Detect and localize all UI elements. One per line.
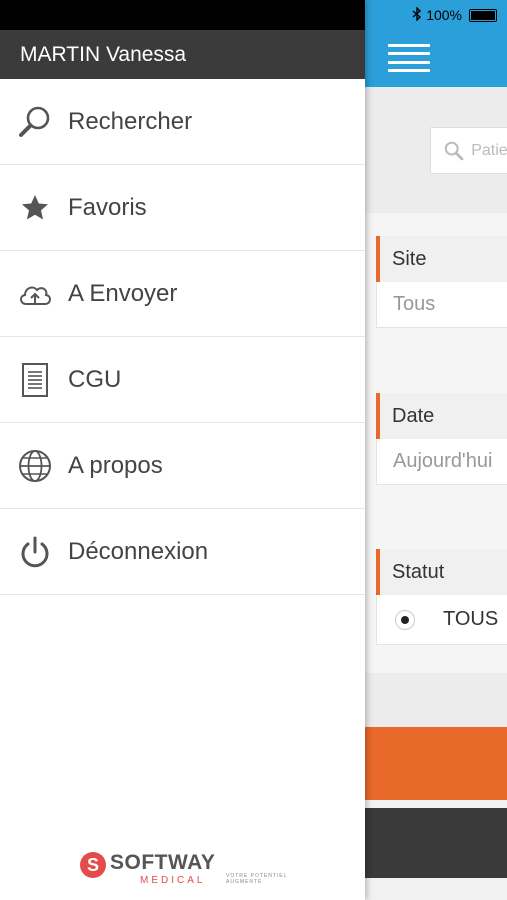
cloud-upload-icon — [17, 276, 53, 312]
drawer-status-strip — [0, 0, 365, 30]
menu-item-label: Favoris — [68, 193, 147, 221]
menu-item-a-propos[interactable]: A propos — [0, 423, 365, 509]
navigation-drawer: MARTIN Vanessa Rechercher Favoris A Envo… — [0, 0, 365, 900]
status-bar: 100% — [365, 0, 507, 30]
site-filter: Site Tous — [376, 236, 507, 328]
site-filter-value[interactable]: Tous — [376, 282, 507, 328]
date-filter-label: Date — [376, 393, 507, 439]
search-input[interactable]: Patient — [430, 127, 507, 174]
document-icon — [17, 362, 53, 398]
search-icon — [444, 141, 464, 160]
app-header — [365, 30, 507, 87]
menu-item-label: Déconnexion — [68, 537, 209, 565]
menu-item-label: Rechercher — [68, 107, 193, 135]
brand-subtitle: MEDICAL — [140, 875, 206, 886]
battery-percent: 100% — [426, 7, 462, 23]
search-button[interactable] — [365, 727, 507, 800]
date-filter: Date Aujourd'hui — [376, 393, 507, 485]
menu-item-deconnexion[interactable]: Déconnexion — [0, 509, 365, 595]
menu-item-a-envoyer[interactable]: A Envoyer — [0, 251, 365, 337]
bottom-bar — [365, 808, 507, 878]
softway-medical-logo: S SOFTWAY MEDICAL VOTRE POTENTIEL AUGMENT… — [80, 848, 290, 888]
statut-filter-label: Statut — [376, 549, 507, 595]
star-icon — [17, 190, 53, 226]
menu-item-label: A propos — [68, 451, 163, 479]
menu-item-label: CGU — [68, 365, 122, 393]
search-icon — [17, 104, 53, 140]
menu-item-rechercher[interactable]: Rechercher — [0, 79, 365, 165]
search-placeholder: Patient — [471, 141, 507, 159]
power-icon — [17, 534, 53, 570]
brand-name: SOFTWAY — [110, 851, 216, 874]
menu-item-label: A Envoyer — [68, 279, 178, 307]
statut-filter: Statut TOUS — [376, 549, 507, 645]
statut-option-tous[interactable]: TOUS — [376, 595, 507, 645]
globe-icon — [17, 448, 53, 484]
battery-icon — [469, 8, 497, 22]
user-name: MARTIN Vanessa — [0, 30, 365, 79]
menu-item-favoris[interactable]: Favoris — [0, 165, 365, 251]
site-filter-label: Site — [376, 236, 507, 282]
menu-icon[interactable] — [388, 44, 430, 72]
brand-tagline: VOTRE POTENTIEL AUGMENTÉ — [226, 873, 288, 885]
date-filter-value[interactable]: Aujourd'hui — [376, 439, 507, 485]
bluetooth-icon — [412, 5, 422, 24]
menu-item-cgu[interactable]: CGU — [0, 337, 365, 423]
statut-option-label: TOUS — [443, 608, 499, 630]
softway-logo-icon: S — [80, 852, 106, 878]
radio-selected-icon[interactable] — [395, 609, 415, 630]
